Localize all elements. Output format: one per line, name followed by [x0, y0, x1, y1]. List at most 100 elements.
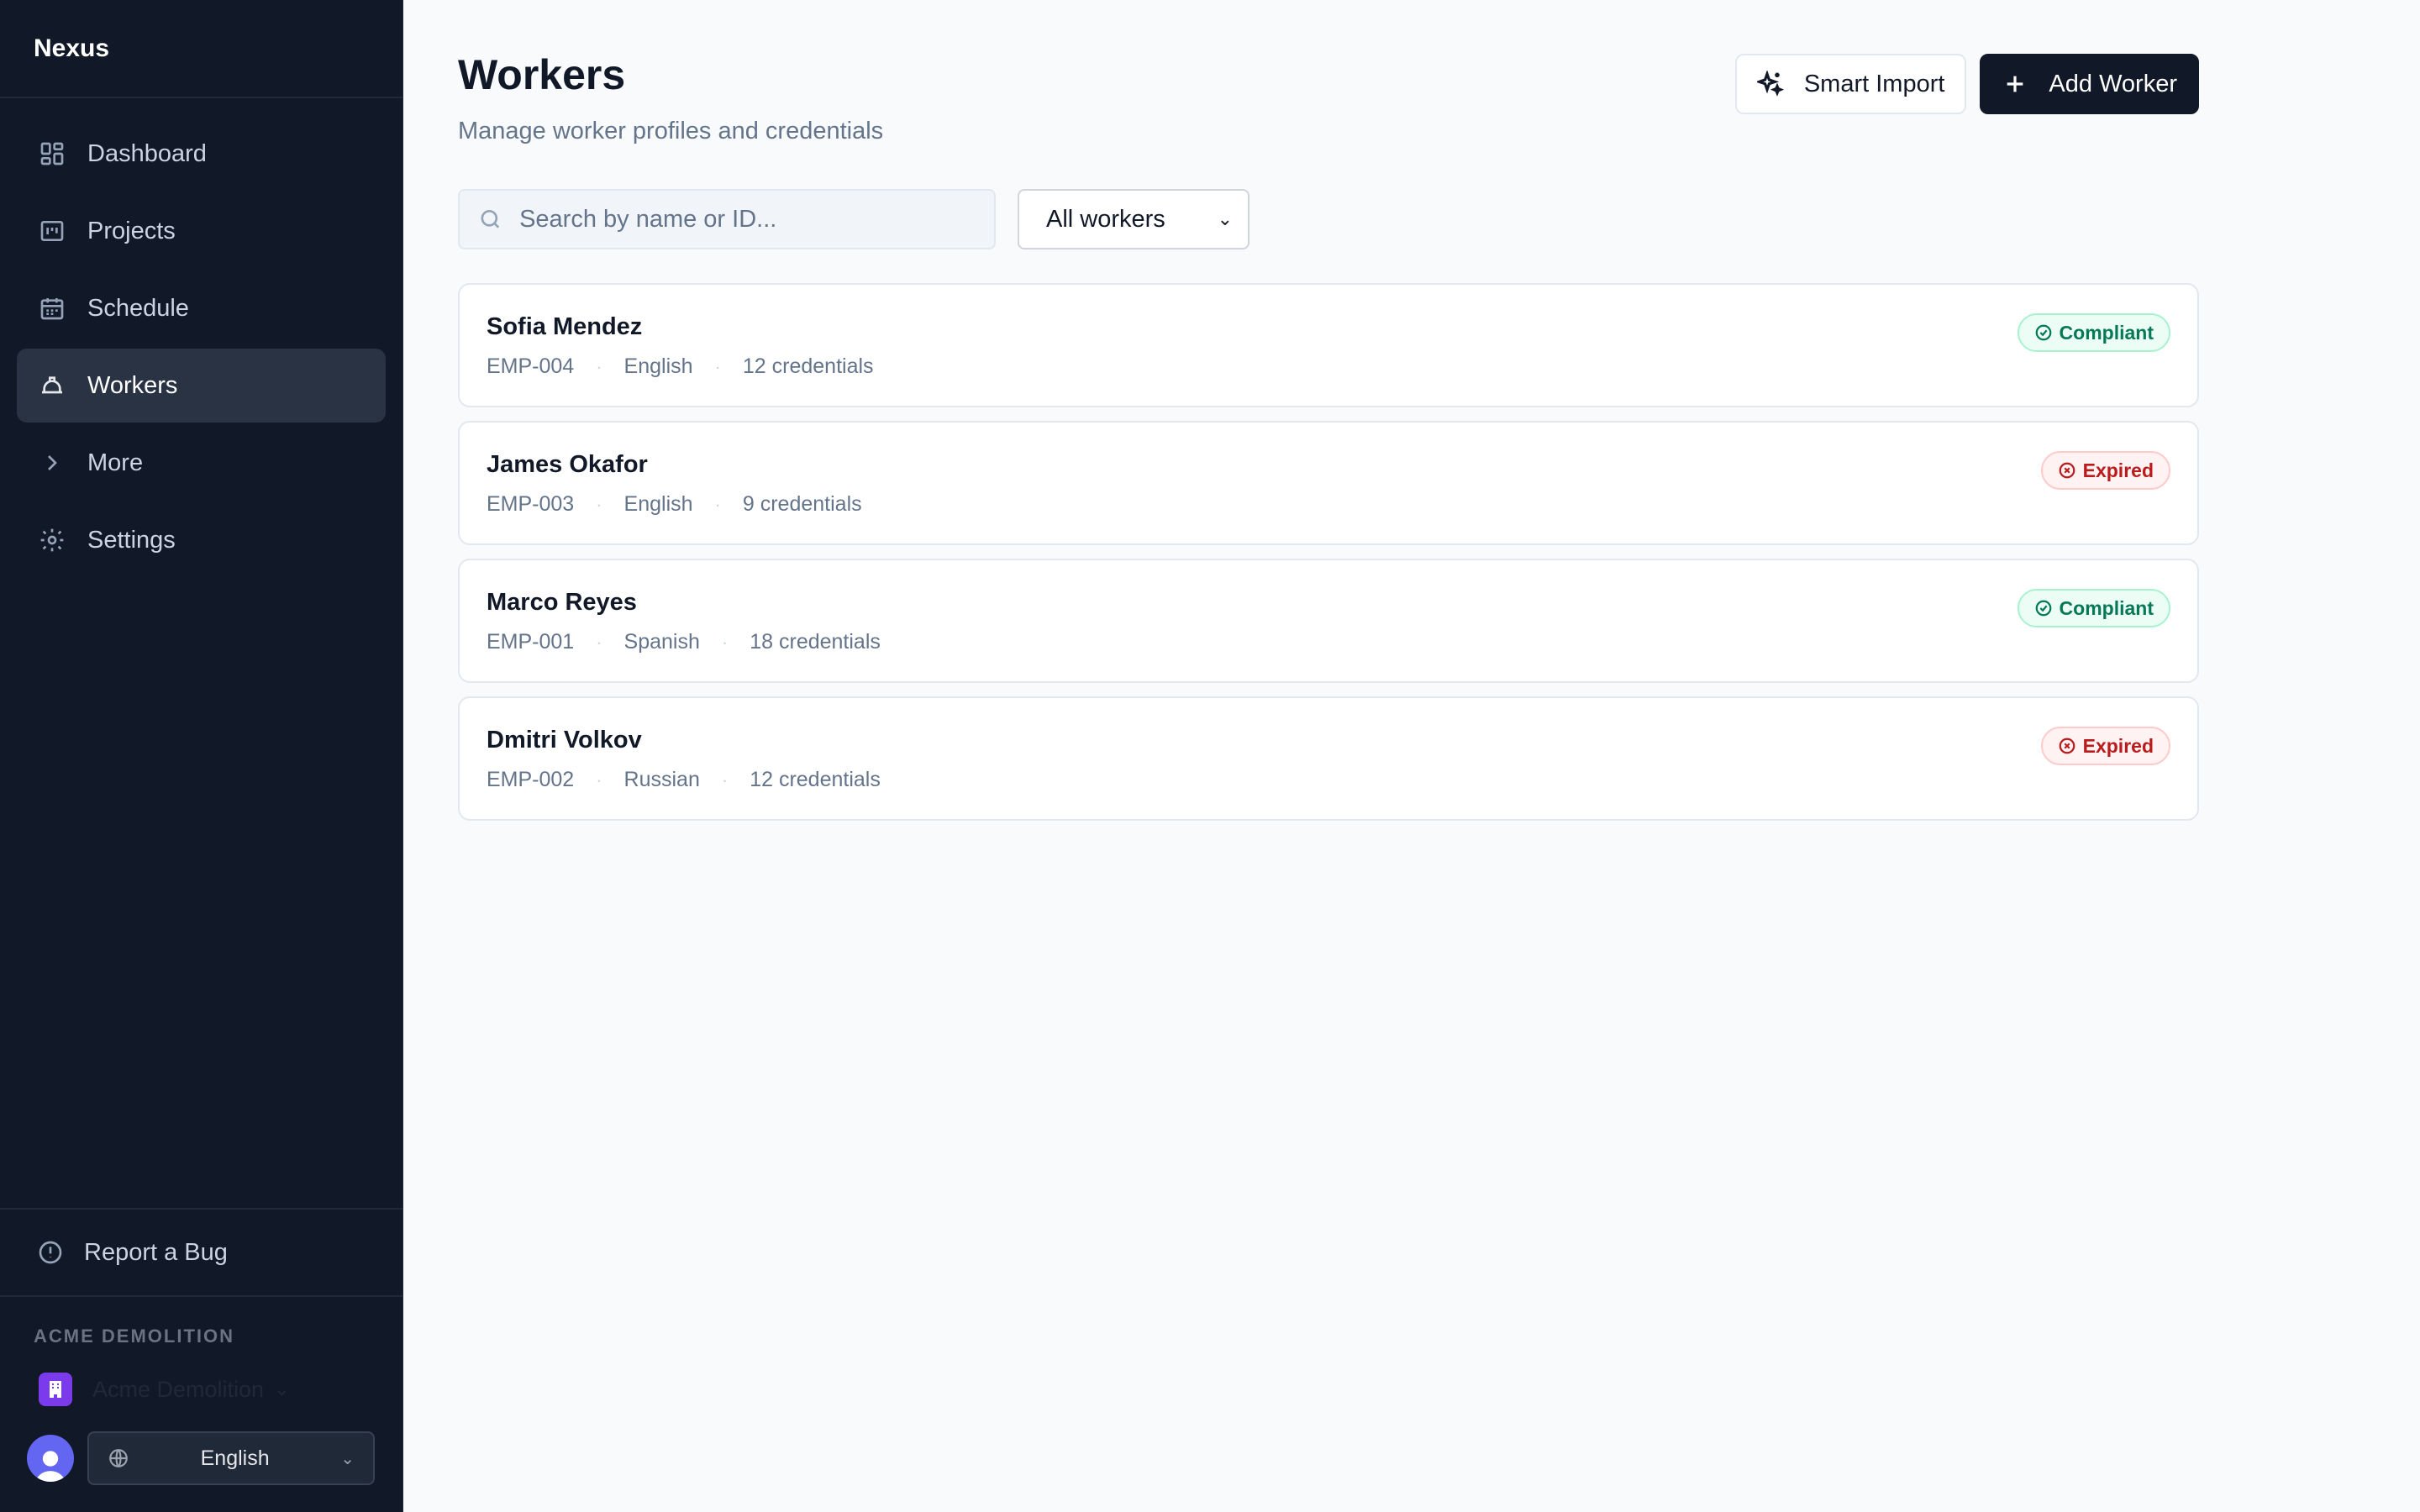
sidebar-item-dashboard[interactable]: Dashboard — [17, 117, 386, 191]
separator-dot: · — [596, 493, 602, 515]
worker-credentials: 12 credentials — [742, 354, 874, 378]
sidebar-item-label: Dashboard — [87, 139, 207, 167]
calendar-icon — [37, 293, 67, 323]
worker-card[interactable]: Marco Reyes EMP-001 · Spanish · 18 crede… — [458, 559, 2199, 683]
dashboard-icon — [37, 139, 67, 169]
separator-dot: · — [596, 631, 602, 653]
worker-meta: EMP-004 · English · 12 credentials — [487, 354, 2170, 379]
worker-name: Dmitri Volkov — [487, 727, 642, 753]
globe-icon — [109, 1449, 128, 1467]
avatar[interactable] — [27, 1435, 74, 1482]
worker-id: EMP-001 — [487, 630, 575, 654]
separator-dot: · — [721, 769, 729, 790]
chevron-right-icon — [37, 448, 67, 478]
status-badge: Compliant — [2017, 313, 2170, 352]
check-circle-icon — [2035, 600, 2051, 617]
language-value: English — [200, 1446, 270, 1470]
worker-language: English — [623, 492, 693, 516]
building-icon — [39, 1373, 72, 1406]
worker-meta: EMP-003 · English · 9 credentials — [487, 492, 2170, 517]
org-heading: ACME DEMOLITION — [34, 1326, 234, 1347]
x-circle-icon — [2059, 462, 2075, 479]
status-badge: Compliant — [2017, 589, 2170, 627]
sidebar-item-settings[interactable]: Settings — [17, 503, 386, 577]
smart-import-label: Smart Import — [1803, 70, 1945, 97]
sidebar-item-label: Projects — [87, 217, 176, 244]
sidebar-item-label: More — [87, 449, 144, 476]
separator-dot: · — [721, 631, 729, 653]
language-select[interactable]: English ⌄ — [87, 1431, 375, 1485]
sidebar-footer: Report a Bug ACME DEMOLITION Acme Demoli… — [0, 1208, 402, 1512]
worker-id: EMP-003 — [487, 492, 575, 516]
sidebar-item-label: Settings — [87, 526, 176, 554]
page-heading: Workers Manage worker profiles and crede… — [458, 50, 883, 145]
sidebar-item-projects[interactable]: Projects — [17, 194, 386, 268]
sidebar-item-label: Schedule — [87, 294, 189, 322]
separator-dot: · — [596, 769, 602, 790]
status-label: Expired — [2082, 734, 2154, 757]
sparkles-icon — [1756, 71, 1784, 97]
hardhat-icon — [37, 370, 67, 401]
chevron-down-icon: ⌄ — [340, 1449, 355, 1468]
alert-circle-icon — [39, 1241, 62, 1264]
worker-filter-select[interactable]: All workers ⌄ — [1018, 189, 1249, 249]
status-label: Compliant — [2059, 321, 2154, 344]
projects-icon — [37, 216, 67, 246]
report-bug-label: Report a Bug — [84, 1238, 228, 1266]
report-bug-button[interactable]: Report a Bug — [0, 1208, 402, 1297]
sidebar-item-workers[interactable]: Workers — [17, 349, 386, 423]
worker-name: Sofia Mendez — [487, 313, 643, 340]
sidebar-item-more[interactable]: More — [17, 426, 386, 500]
worker-id: EMP-002 — [487, 768, 575, 791]
app-logo[interactable]: Nexus — [0, 0, 402, 98]
status-label: Compliant — [2059, 596, 2154, 619]
worker-filter-value: All workers — [1046, 205, 1165, 233]
worker-name: Marco Reyes — [487, 589, 637, 616]
worker-language: Russian — [623, 768, 700, 791]
main-content: Workers Manage worker profiles and crede… — [403, 0, 2420, 1512]
worker-card[interactable]: Sofia Mendez EMP-004 · English · 12 cred… — [458, 283, 2199, 407]
filter-bar: All workers ⌄ — [458, 189, 2420, 249]
worker-card[interactable]: James Okafor EMP-003 · English · 9 crede… — [458, 421, 2199, 545]
check-circle-icon — [2035, 324, 2051, 341]
status-badge: Expired — [2040, 451, 2170, 490]
status-badge: Expired — [2040, 727, 2170, 765]
worker-list: Sofia Mendez EMP-004 · English · 12 cred… — [458, 283, 2199, 821]
org-name: Acme Demolition — [92, 1376, 265, 1402]
separator-dot: · — [714, 355, 721, 377]
page-subtitle: Manage worker profiles and credentials — [458, 118, 884, 144]
org-switcher[interactable]: Acme Demolition ⌄ — [39, 1373, 376, 1406]
app-root: Nexus Dashboard Projects Schedule Worker… — [0, 0, 2420, 1512]
user-icon — [35, 1451, 66, 1482]
worker-meta: EMP-001 · Spanish · 18 credentials — [487, 630, 2170, 654]
sidebar-item-label: Workers — [87, 371, 178, 399]
plus-icon — [2007, 76, 2023, 92]
worker-credentials: 18 credentials — [750, 630, 881, 654]
separator-dot: · — [596, 355, 602, 377]
separator-dot: · — [714, 493, 721, 515]
gear-icon — [37, 525, 67, 555]
chevron-down-icon: ⌄ — [274, 1378, 290, 1399]
smart-import-button[interactable]: Smart Import — [1734, 54, 1967, 114]
search-icon — [481, 209, 500, 228]
status-label: Expired — [2082, 459, 2154, 481]
org-section: ACME DEMOLITION Acme Demolition ⌄ Englis… — [0, 1297, 402, 1512]
add-worker-label: Add Worker — [2049, 70, 2177, 97]
header-actions: Smart Import Add Worker — [1734, 54, 2199, 114]
page-title: Workers — [458, 51, 626, 98]
user-row: English ⌄ — [27, 1431, 376, 1485]
x-circle-icon — [2059, 738, 2075, 754]
search-input[interactable] — [519, 205, 976, 234]
sidebar-item-schedule[interactable]: Schedule — [17, 271, 386, 345]
worker-card[interactable]: Dmitri Volkov EMP-002 · Russian · 12 cre… — [458, 696, 2199, 821]
worker-meta: EMP-002 · Russian · 12 credentials — [487, 768, 2170, 792]
worker-name: James Okafor — [487, 451, 648, 478]
worker-credentials: 12 credentials — [750, 768, 881, 791]
page-header: Workers Manage worker profiles and crede… — [458, 50, 2199, 145]
search-box — [458, 189, 996, 249]
worker-credentials: 9 credentials — [742, 492, 862, 516]
worker-language: English — [623, 354, 693, 378]
worker-id: EMP-004 — [487, 354, 575, 378]
add-worker-button[interactable]: Add Worker — [1980, 54, 2199, 114]
sidebar: Nexus Dashboard Projects Schedule Worker… — [0, 0, 403, 1512]
